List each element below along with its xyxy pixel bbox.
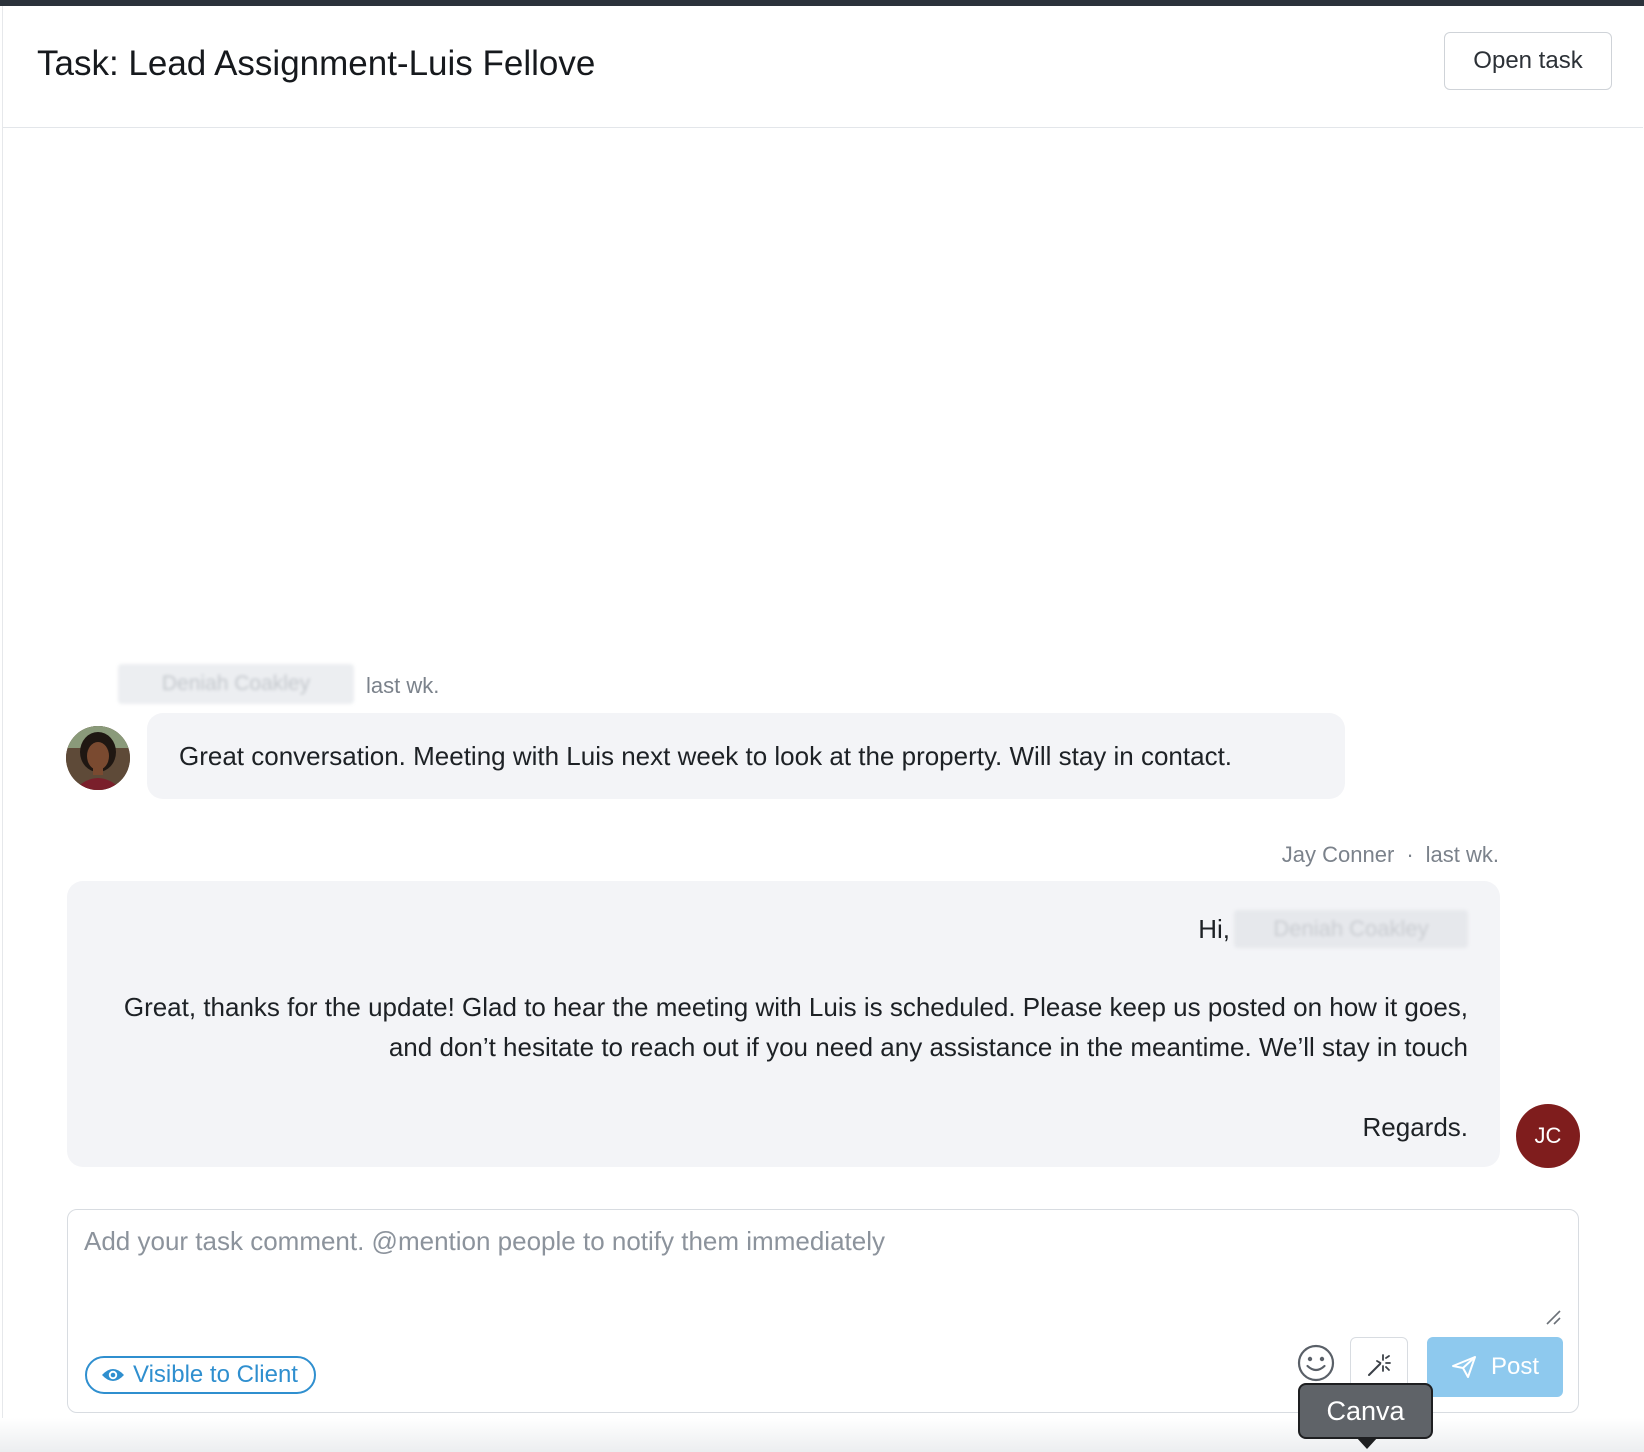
message-bubble: Hi, Deniah Coakley Great, thanks for the… [67,881,1500,1167]
panel-header: Task: Lead Assignment-Luis Fellove Open … [3,6,1643,128]
message-timestamp: last wk. [366,673,440,698]
greeting-name-redacted: Deniah Coakley [1234,910,1468,948]
visibility-label: Visible to Client [133,1361,298,1388]
post-label: Post [1490,1353,1540,1380]
message-greeting: Hi, Deniah Coakley [107,907,1468,951]
eye-icon [102,1369,124,1381]
message-author-redacted: Deniah Coakley [118,664,354,704]
tooltip-arrow [1356,1437,1378,1449]
greeting-text: Hi, [1198,914,1230,944]
avatar[interactable] [66,726,130,790]
open-task-button[interactable]: Open task [1444,32,1612,90]
visibility-toggle[interactable]: Visible to Client [85,1356,316,1394]
smiley-icon[interactable] [1296,1343,1336,1383]
message-bubble: Great conversation. Meeting with Luis ne… [147,713,1345,799]
page-title: Task: Lead Assignment-Luis Fellove [37,44,596,83]
tooltip: Canva [1298,1383,1433,1439]
message-author: Jay Conner [1281,842,1395,867]
meta-separator: · [1406,842,1414,867]
message-meta: Jay Conner · last wk. [1282,842,1499,868]
message-body: Great, thanks for the update! Glad to he… [123,992,1468,1062]
message-text: Great conversation. Meeting with Luis ne… [179,740,1233,771]
paper-plane-icon [1451,1356,1476,1378]
message-timestamp: last wk. [1425,842,1499,867]
user-photo-icon [66,726,130,790]
avatar[interactable]: JC [1516,1104,1580,1168]
comment-input[interactable] [84,1226,1544,1326]
message-closing: Regards. [1362,1112,1469,1142]
magic-wand-icon [1368,1354,1391,1376]
resize-handle-icon[interactable] [1544,1308,1562,1326]
post-button[interactable]: Post [1427,1337,1563,1397]
